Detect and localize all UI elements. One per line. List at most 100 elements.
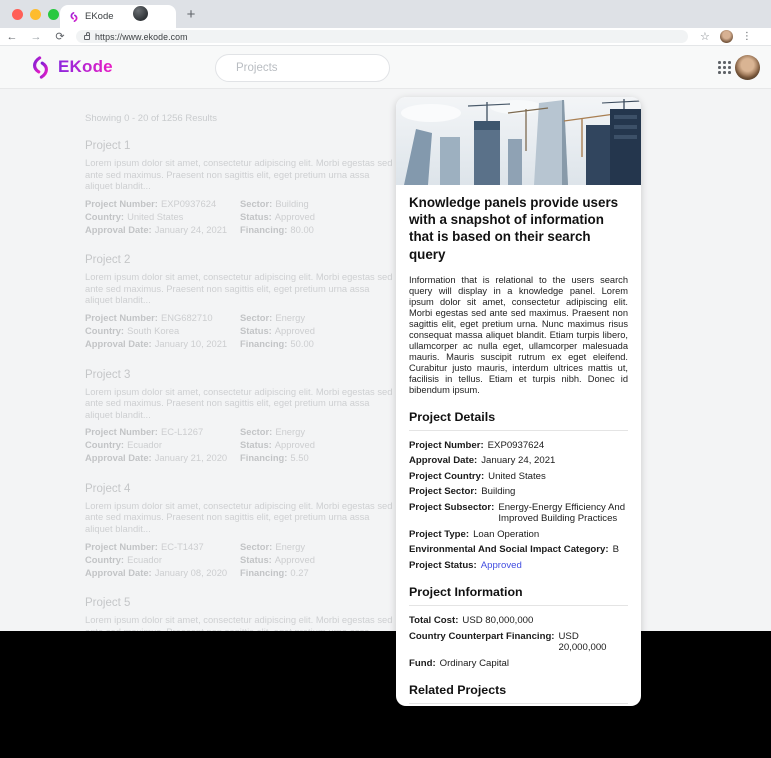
close-window-button[interactable] — [12, 9, 23, 20]
detail-label: Project Number: — [409, 440, 484, 452]
favicon-icon — [69, 11, 79, 23]
browser-menu-icon[interactable]: ⋮ — [742, 31, 752, 42]
field-label: Country: — [85, 211, 124, 222]
detail-value: EXP0937624 — [488, 440, 628, 452]
info-row: Total Cost: USD 80,000,000 — [409, 615, 628, 627]
field-label: Country: — [85, 439, 124, 450]
user-avatar[interactable] — [735, 55, 760, 80]
detail-value: Building — [481, 486, 628, 498]
detail-label: Project Country: — [409, 471, 484, 483]
field-label: Project Number: — [85, 198, 158, 209]
field-value: EXP0937624 — [161, 198, 216, 209]
address-bar[interactable]: https://www.ekode.com — [76, 30, 688, 43]
result-fields: Project Number:EC-T1437 Sector:Energy Co… — [85, 541, 397, 579]
field-value: January 10, 2021 — [155, 338, 227, 349]
browser-tab[interactable]: EKode — [60, 5, 176, 28]
result-title[interactable]: Project 5 — [85, 597, 397, 609]
browser-tab-strip: EKode + — [0, 0, 771, 28]
field-label: Project Number: — [85, 426, 158, 437]
result-fields: Project Number:EC-L1267 Sector:Energy Co… — [85, 426, 397, 464]
bookmark-star-icon[interactable]: ☆ — [700, 30, 710, 43]
result-item[interactable]: Project 2 Lorem ipsum dolor sit amet, co… — [85, 254, 397, 349]
field-label: Status: — [240, 211, 272, 222]
detail-row: Project Subsector:Energy-Energy Efficien… — [409, 502, 628, 525]
field-value: South Korea — [127, 325, 179, 336]
field-value: Approved — [275, 554, 315, 565]
browser-toolbar: ← → ⟳ https://www.ekode.com ☆ ⋮ — [0, 28, 771, 46]
field-label: Project Number: — [85, 312, 158, 323]
field-value: EC-L1267 — [161, 426, 203, 437]
divider — [409, 430, 628, 431]
detail-value: Energy-Energy Efficiency And Improved Bu… — [498, 502, 628, 525]
detail-value: January 24, 2021 — [481, 455, 628, 467]
search-input[interactable] — [234, 61, 392, 75]
search-bar[interactable] — [215, 54, 390, 82]
field-value: 50.00 — [290, 338, 313, 349]
construction-hero-image — [396, 97, 641, 185]
field-value: Ecuador — [127, 554, 162, 565]
new-tab-button[interactable]: + — [180, 4, 202, 26]
field-value: Ecuador — [127, 439, 162, 450]
field-value: January 08, 2020 — [155, 567, 227, 578]
info-label: Total Cost: — [409, 615, 458, 627]
result-description: Lorem ipsum dolor sit amet, consectetur … — [85, 271, 397, 306]
field-label: Sector: — [240, 541, 272, 552]
field-label: Project Number: — [85, 541, 158, 552]
forward-icon[interactable]: → — [24, 31, 48, 43]
result-title[interactable]: Project 1 — [85, 140, 397, 152]
field-value: Energy — [275, 541, 305, 552]
logo-wordmark: EKode — [58, 57, 113, 77]
field-label: Status: — [240, 325, 272, 336]
back-icon[interactable]: ← — [0, 31, 24, 43]
result-description: Lorem ipsum dolor sit amet, consectetur … — [85, 386, 397, 421]
reload-icon[interactable]: ⟳ — [48, 30, 72, 43]
detail-row: Project Number: EXP0937624 — [409, 440, 628, 452]
field-value: Approved — [275, 211, 315, 222]
tab-title: EKode — [85, 11, 114, 22]
related-heading: Related Projects — [409, 683, 628, 697]
detail-row: Environmental And Social Impact Category… — [409, 544, 628, 556]
detail-label: Project Type: — [409, 529, 469, 541]
detail-value: B — [613, 544, 628, 556]
field-value: 0.27 — [290, 567, 308, 578]
result-description: Lorem ipsum dolor sit amet, consectetur … — [85, 500, 397, 535]
field-value: 80.00 — [290, 224, 313, 235]
field-value: ENG682710 — [161, 312, 213, 323]
panel-description: Information that is relational to the us… — [409, 275, 628, 396]
detail-row-status: Project Status:Approved — [409, 560, 628, 572]
result-item[interactable]: Project 3 Lorem ipsum dolor sit amet, co… — [85, 369, 397, 464]
field-label: Sector: — [240, 426, 272, 437]
result-fields: Project Number:EXP0937624 Sector:Buildin… — [85, 198, 397, 236]
field-label: Country: — [85, 325, 124, 336]
result-title[interactable]: Project 4 — [85, 483, 397, 495]
result-title[interactable]: Project 2 — [85, 254, 397, 266]
result-description: Lorem ipsum dolor sit amet, consectetur … — [85, 157, 397, 192]
minimize-window-button[interactable] — [30, 9, 41, 20]
ekode-logo[interactable]: EKode — [30, 55, 113, 80]
browser-profile-avatar[interactable] — [720, 30, 733, 43]
status-link[interactable]: Approved — [481, 560, 628, 572]
knowledge-panel: Knowledge panels provide users with a sn… — [396, 97, 641, 706]
apps-grid-icon[interactable] — [718, 61, 731, 74]
field-label: Financing: — [240, 452, 287, 463]
info-row: Country Counterpart Financing:USD 20,000… — [409, 631, 628, 654]
details-heading: Project Details — [409, 410, 628, 424]
field-value: United States — [127, 211, 183, 222]
field-label: Financing: — [240, 338, 287, 349]
detail-row: Project Sector:Building — [409, 486, 628, 498]
maximize-window-button[interactable] — [48, 9, 59, 20]
black-backdrop — [0, 631, 771, 758]
info-label: Country Counterpart Financing: — [409, 631, 555, 654]
result-title[interactable]: Project 3 — [85, 369, 397, 381]
info-value: USD 80,000,000 — [462, 615, 628, 627]
result-item[interactable]: Project 1 Lorem ipsum dolor sit amet, co… — [85, 140, 397, 235]
browser-window: EKode + ← → ⟳ https://www.ekode.com ☆ ⋮ … — [0, 0, 771, 758]
detail-label: Project Subsector: — [409, 502, 494, 525]
result-item[interactable]: Project 4 Lorem ipsum dolor sit amet, co… — [85, 483, 397, 578]
info-heading: Project Information — [409, 585, 628, 599]
detail-row: Approval Date:January 24, 2021 — [409, 455, 628, 467]
detail-row: Project Country:United States — [409, 471, 628, 483]
field-value: 5.50 — [290, 452, 308, 463]
field-value: Energy — [275, 426, 305, 437]
field-label: Status: — [240, 554, 272, 565]
